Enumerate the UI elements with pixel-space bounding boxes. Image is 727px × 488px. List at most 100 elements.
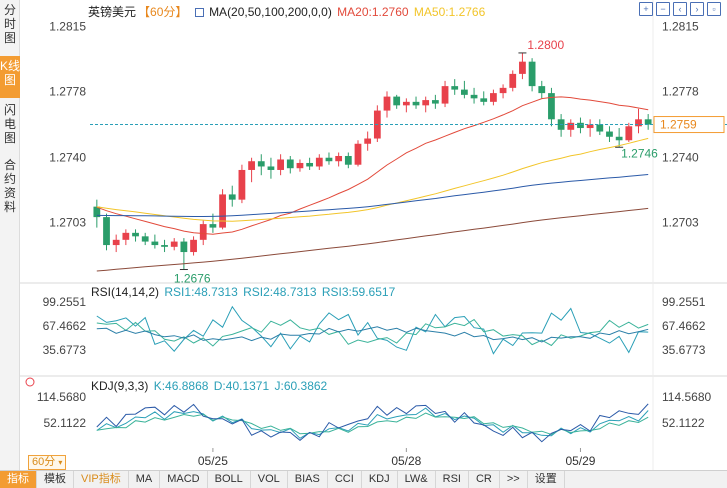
indicator-tab-11[interactable]: RSI	[436, 471, 469, 488]
candle-body[interactable]	[180, 241, 188, 253]
candle-body[interactable]	[122, 232, 130, 240]
kdj-label: KDJ(9,3,3)	[91, 379, 149, 393]
candle-body[interactable]	[499, 87, 507, 94]
rsi-tick-left: 99.2551	[43, 295, 87, 309]
candle-body[interactable]	[402, 101, 410, 106]
kdj-tick-left: 114.5680	[37, 390, 86, 404]
candle-body[interactable]	[219, 194, 226, 228]
ma-label: MA(20,50,100,200,0,0)	[209, 5, 332, 19]
candle-body[interactable]	[344, 155, 352, 165]
indicator-tab-7[interactable]: BIAS	[288, 471, 328, 488]
candle-body[interactable]	[103, 217, 110, 246]
low-annotation: 1.2676	[174, 272, 211, 286]
candle-body[interactable]	[528, 61, 536, 87]
candle-body[interactable]	[596, 124, 604, 132]
symbol-name: 英镑美元	[88, 5, 137, 19]
candle-body[interactable]	[209, 224, 217, 228]
fullscreen-icon[interactable]: ▫	[707, 2, 721, 16]
candle-body[interactable]	[190, 239, 197, 253]
candle-body[interactable]	[538, 86, 546, 94]
move-left-icon[interactable]: ‹	[673, 2, 687, 16]
indicator-tab-5[interactable]: BOLL	[208, 471, 251, 488]
candle-body[interactable]	[132, 232, 139, 237]
candle-body[interactable]	[635, 119, 642, 127]
candle-body[interactable]	[393, 96, 401, 106]
indicator-tab-8[interactable]: CCI	[328, 471, 362, 488]
candle-body[interactable]	[335, 155, 343, 162]
chart-svg[interactable]: 1.2815 1.2815 1.2778 1.2778 1.2740 1.2740 1.27…	[20, 0, 727, 470]
candle-body[interactable]	[480, 98, 488, 102]
candle-body[interactable]	[509, 73, 517, 88]
candle-body[interactable]	[325, 157, 333, 162]
indicator-tab-6[interactable]: VOL	[251, 471, 288, 488]
rsi3-line	[96, 326, 649, 343]
candle-body[interactable]	[248, 161, 255, 170]
candle-body[interactable]	[441, 86, 449, 104]
rsi3-value: RSI3:59.6517	[321, 285, 396, 299]
indicator-tab-0[interactable]: 指标	[0, 471, 37, 488]
candle-body[interactable]	[606, 131, 613, 137]
period-selector[interactable]: 60分 ▾	[28, 455, 66, 470]
kdj-j-line	[96, 403, 649, 443]
move-right-icon[interactable]: ›	[690, 2, 704, 16]
candle-body[interactable]	[257, 161, 265, 167]
indicator-tab-14[interactable]: 设置	[528, 471, 565, 488]
candle-body[interactable]	[644, 119, 652, 125]
kdj-legend: KDJ(9,3,3) K:46.8868 D:40.1371 J:60.3862	[91, 379, 329, 393]
candle-body[interactable]	[112, 239, 120, 246]
ma-settings-icon[interactable]	[194, 8, 204, 18]
candle-body[interactable]	[567, 122, 575, 130]
candle-body[interactable]	[586, 124, 594, 129]
candle-body[interactable]	[286, 159, 294, 169]
kdj-settings-icon[interactable]	[25, 377, 35, 387]
side-tab-2[interactable]: 闪电图	[0, 100, 20, 150]
candle-body[interactable]	[431, 100, 439, 104]
candle-body[interactable]	[267, 166, 275, 170]
candle-body[interactable]	[238, 169, 246, 200]
indicator-tab-3[interactable]: MA	[129, 471, 161, 488]
candle-body[interactable]	[354, 143, 362, 165]
indicator-tab-12[interactable]: CR	[469, 471, 500, 488]
candle-body[interactable]	[315, 157, 323, 167]
zoom-in-icon[interactable]: +	[639, 2, 653, 16]
candle-body[interactable]	[422, 100, 430, 106]
chart-area[interactable]: 1.2815 1.2815 1.2778 1.2778 1.2740 1.2740 1.27…	[20, 0, 727, 470]
indicator-tab-1[interactable]: 模板	[37, 471, 74, 488]
price-tick-right: 1.2703	[662, 215, 699, 229]
recent-low-annotation: 1.2746	[621, 146, 658, 160]
candle-body[interactable]	[470, 94, 478, 99]
candle-body[interactable]	[577, 122, 584, 129]
candle-body[interactable]	[625, 126, 633, 141]
candle-body[interactable]	[199, 224, 207, 240]
candle-body[interactable]	[296, 162, 304, 169]
rsi-tick-right: 67.4662	[662, 319, 706, 333]
candle-body[interactable]	[461, 89, 468, 95]
indicator-tab-9[interactable]: KDJ	[362, 471, 398, 488]
indicator-tab-2[interactable]: VIP指标	[74, 471, 129, 488]
candle-body[interactable]	[615, 136, 623, 141]
ma50-line	[96, 137, 649, 222]
kdj-tick-left: 52.1122	[44, 416, 87, 430]
candle-body[interactable]	[306, 162, 314, 167]
candle-body[interactable]	[451, 86, 459, 90]
indicator-tab-10[interactable]: LW&	[398, 471, 436, 488]
candle-body[interactable]	[151, 241, 159, 246]
candle-body[interactable]	[170, 241, 178, 247]
zoom-out-icon[interactable]: −	[656, 2, 670, 16]
candle-body[interactable]	[141, 236, 149, 242]
candle-body[interactable]	[383, 96, 391, 111]
indicator-tab-4[interactable]: MACD	[160, 471, 208, 488]
candle-body[interactable]	[519, 61, 526, 74]
candle-body[interactable]	[277, 159, 284, 170]
indicator-tab-13[interactable]: >>	[500, 471, 528, 488]
side-tab-1[interactable]: K线图	[0, 56, 20, 98]
kdj-k-value: K:46.8868	[153, 379, 209, 393]
side-tab-0[interactable]: 分时图	[0, 0, 20, 52]
chevron-down-icon: ▾	[58, 458, 63, 467]
candle-body[interactable]	[364, 138, 372, 144]
candle-body[interactable]	[412, 101, 420, 106]
candle-body[interactable]	[490, 93, 497, 102]
candle-body[interactable]	[161, 245, 168, 247]
candle-body[interactable]	[228, 194, 236, 200]
side-tab-3[interactable]: 合约资料	[0, 155, 20, 215]
